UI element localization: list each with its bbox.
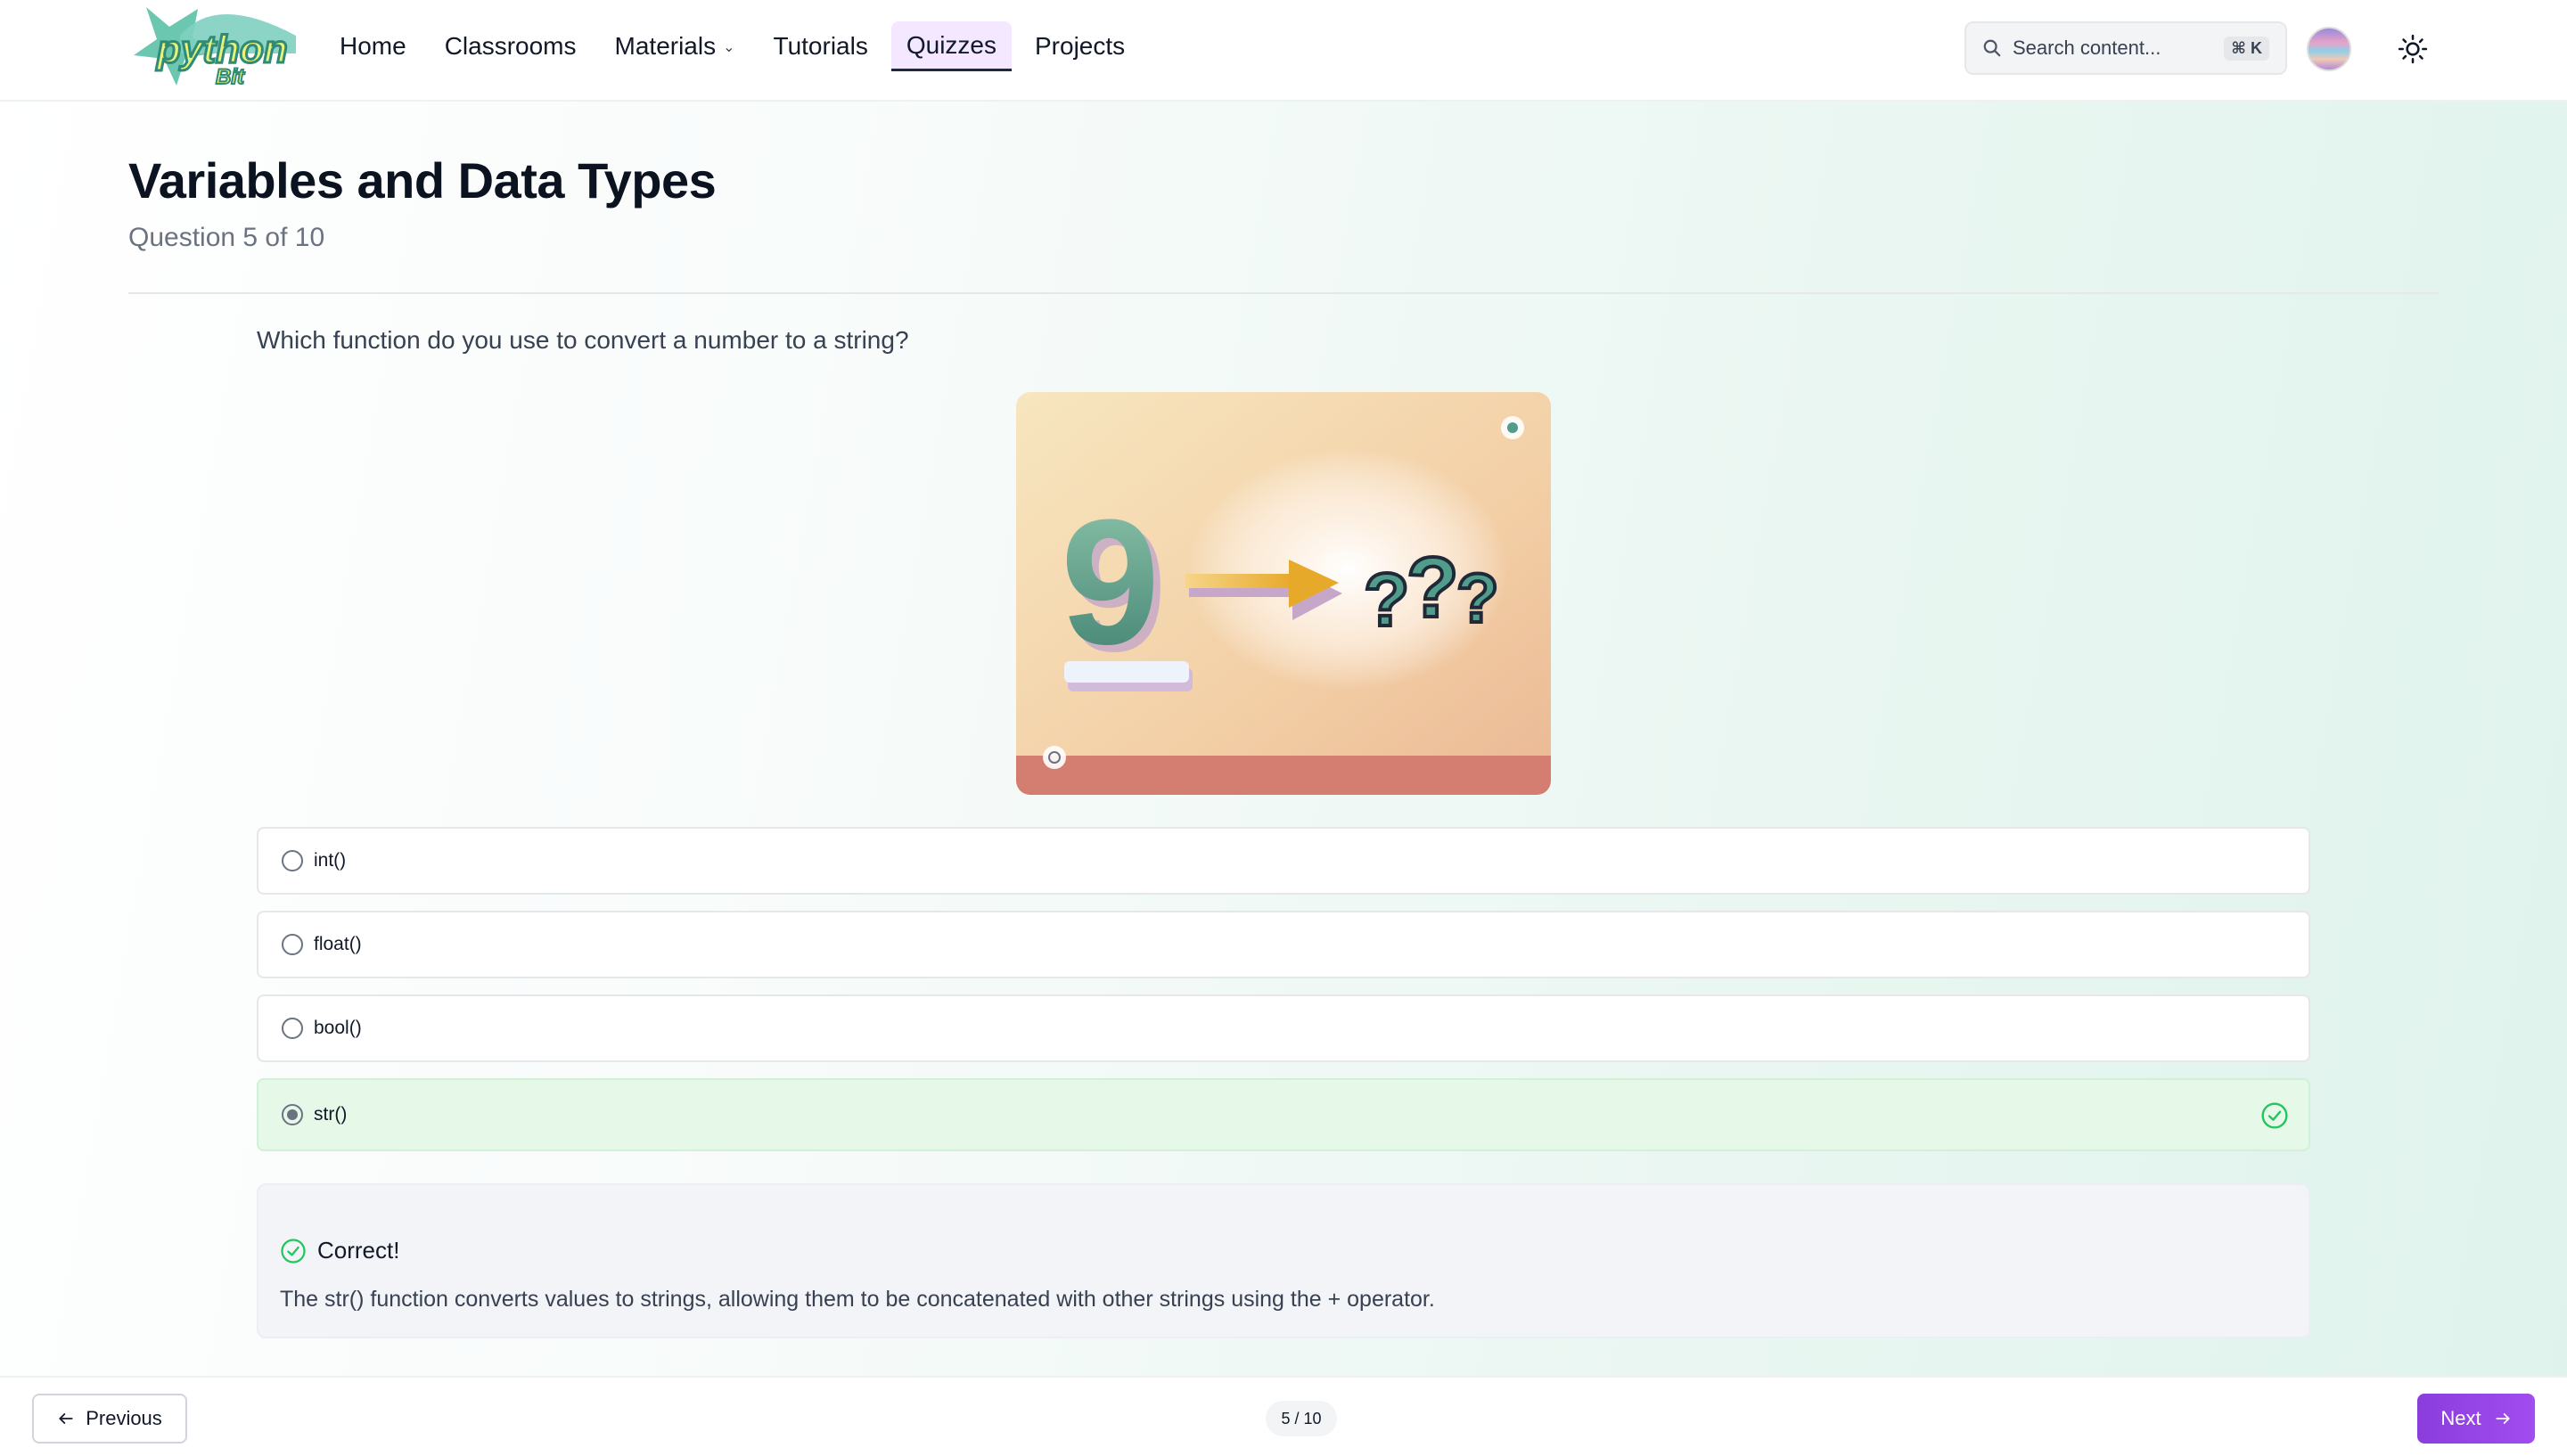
nav-quizzes-label: Quizzes — [906, 30, 996, 59]
option-label: str() — [314, 1104, 348, 1125]
search-icon — [1983, 39, 2001, 57]
nav-classrooms-label: Classrooms — [444, 32, 577, 60]
nav-tutorials-label: Tutorials — [773, 32, 868, 60]
nav-home-label: Home — [340, 32, 406, 60]
main-nav: Home Classrooms Materials ⌄ Tutorials Qui… — [324, 21, 1148, 71]
svg-text:?: ? — [1364, 558, 1409, 642]
nav-tutorials[interactable]: Tutorials — [759, 21, 883, 71]
feedback-explanation: The str() function converts values to st… — [280, 1287, 1435, 1312]
next-button[interactable]: Next — [2417, 1394, 2535, 1444]
nav-materials[interactable]: Materials ⌄ — [600, 21, 750, 71]
previous-label: Previous — [86, 1407, 162, 1429]
question-progress: Question 5 of 10 — [128, 223, 325, 252]
nav-materials-label: Materials — [614, 32, 717, 60]
divider — [128, 292, 2439, 294]
answer-option-int[interactable]: int() — [257, 827, 2310, 895]
option-label: float() — [314, 934, 362, 954]
arrow-right-icon — [2496, 1413, 2510, 1424]
search-shortcut-badge: ⌘ K — [2224, 36, 2269, 61]
radio-button[interactable] — [282, 934, 303, 955]
svg-text:?: ? — [1456, 559, 1499, 637]
radio-button-selected[interactable] — [282, 1104, 303, 1125]
nav-projects[interactable]: Projects — [1020, 21, 1140, 71]
radio-button[interactable] — [282, 850, 303, 871]
arrow-left-icon — [59, 1413, 73, 1424]
answer-option-str[interactable]: str() — [257, 1078, 2310, 1151]
page-indicator: 5 / 10 — [1266, 1401, 1337, 1436]
logo-subtext: Bit — [216, 65, 245, 89]
page-title: Variables and Data Types — [128, 152, 717, 209]
svg-text:9: 9 — [1061, 483, 1160, 682]
next-label: Next — [2440, 1407, 2481, 1429]
nav-projects-label: Projects — [1035, 32, 1126, 60]
question-illustration: 9 9 ? ? ? — [1016, 392, 1551, 795]
option-label: bool() — [314, 1018, 362, 1038]
nav-quizzes[interactable]: Quizzes — [890, 21, 1012, 71]
svg-text:?: ? — [1407, 540, 1459, 635]
answer-feedback-panel: Correct! The str() function converts val… — [257, 1183, 2310, 1338]
radio-button[interactable] — [282, 1018, 303, 1039]
search-placeholder: Search content... — [2013, 37, 2161, 59]
feedback-title: Correct! — [317, 1237, 400, 1264]
python-bit-logo[interactable]: python Bit — [127, 0, 301, 93]
answer-option-bool[interactable]: bool() — [257, 994, 2310, 1062]
previous-button[interactable]: Previous — [32, 1394, 187, 1444]
feedback-heading: Correct! — [280, 1237, 399, 1264]
answer-option-float[interactable]: float() — [257, 911, 2310, 978]
nav-classrooms[interactable]: Classrooms — [430, 21, 592, 71]
quiz-footer: Previous 5 / 10 Next — [0, 1376, 2567, 1456]
nav-home[interactable]: Home — [324, 21, 422, 71]
avatar[interactable] — [2307, 27, 2351, 71]
check-circle-icon — [281, 1238, 306, 1264]
check-circle-icon — [2261, 1102, 2288, 1129]
top-navigation-bar: python Bit Home Classrooms Materials ⌄ Tu… — [0, 0, 2567, 102]
search-input[interactable]: Search content... ⌘ K — [1964, 21, 2287, 75]
sun-icon[interactable] — [2398, 34, 2428, 64]
option-label: int() — [314, 850, 347, 871]
question-text: Which function do you use to convert a n… — [257, 326, 909, 354]
chevron-down-icon: ⌄ — [723, 40, 735, 55]
